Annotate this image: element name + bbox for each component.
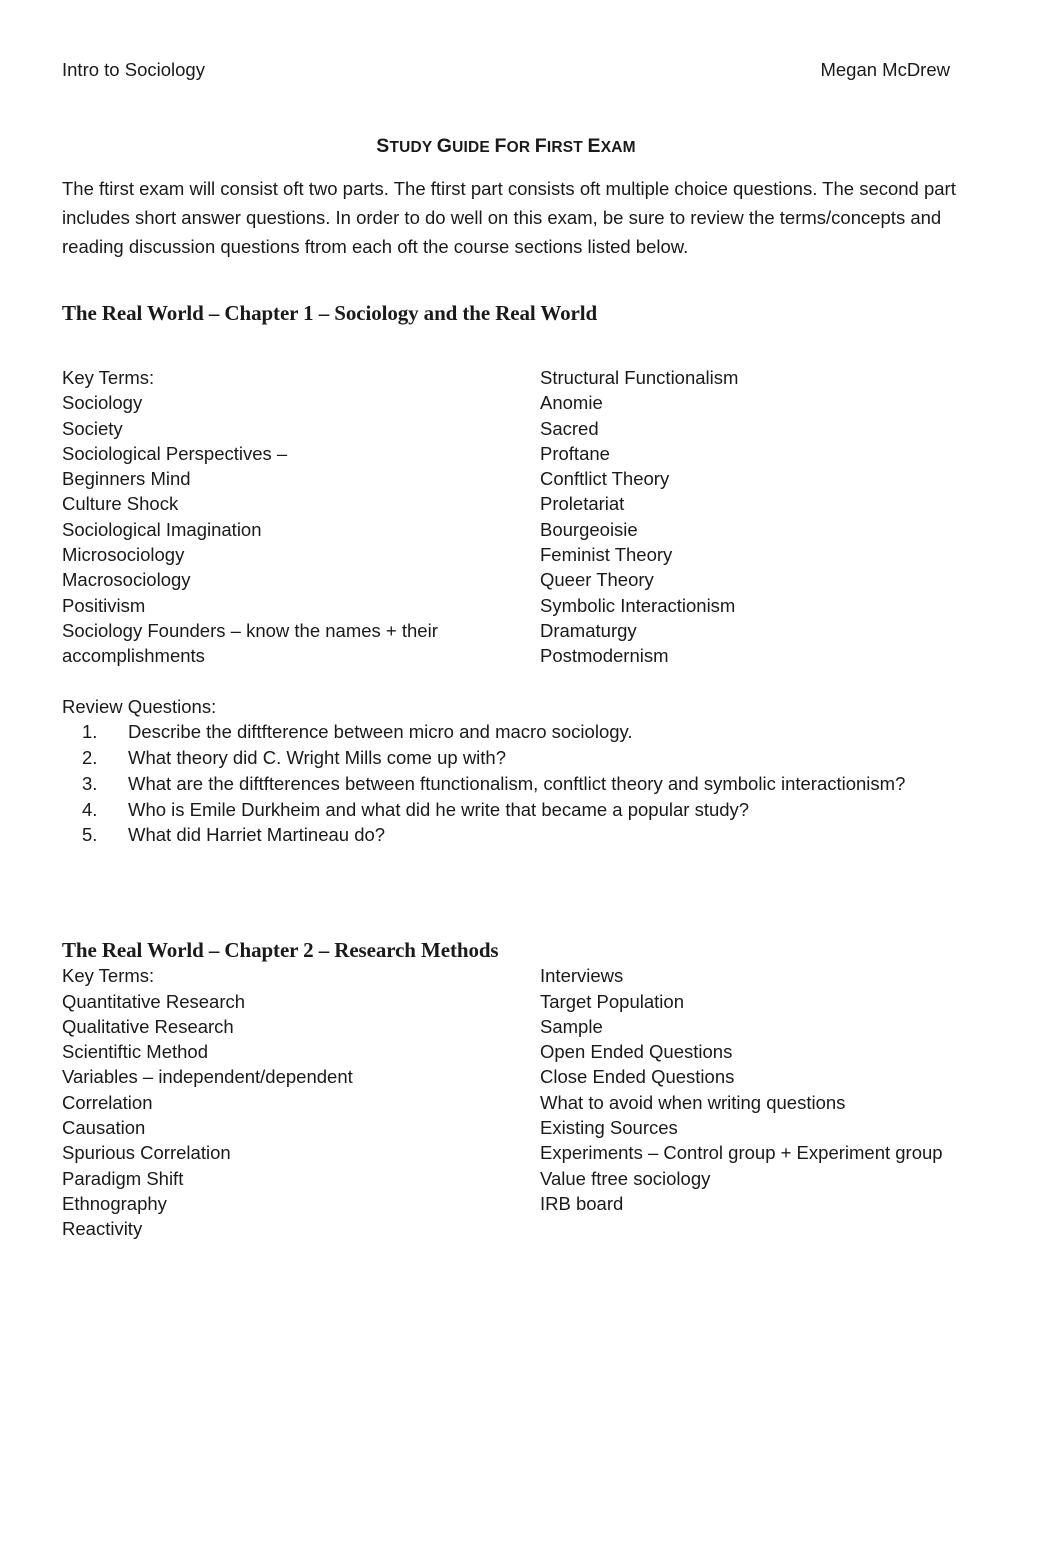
title-smallcaps-text: IRST xyxy=(546,139,583,156)
key-term-item: Scientiftic Method xyxy=(62,1041,209,1063)
key-terms-column-right-chapter-2: Interviews Target Population Sample Open En… xyxy=(540,963,1000,1216)
title-capital-letter: S xyxy=(376,135,390,157)
key-term-item: Sociological Perspectives – xyxy=(62,442,288,464)
key-term-item: Anomie xyxy=(540,392,603,414)
review-question-item: 4. Who is Emile Durkheim and what did he … xyxy=(62,797,997,823)
review-question-number: 1. xyxy=(82,721,98,743)
review-question-text: What theory did C. Wright Mills come up … xyxy=(128,747,507,769)
title-smallcaps-text: UIDE xyxy=(452,139,490,156)
key-term-item: Target Population xyxy=(540,990,684,1012)
key-term-item: Close Ended Questions xyxy=(540,1066,735,1088)
key-term-item: Sociology xyxy=(62,392,143,414)
review-question-item: 1. Describe the diftfterence between micr… xyxy=(62,719,997,745)
key-term-item: Symbolic Interactionism xyxy=(540,594,736,616)
key-term-item: Microsociology xyxy=(62,544,185,566)
key-terms-column-left-chapter-2: Key Terms: Quantitative Research Qualitati… xyxy=(62,963,532,1241)
header-author-name: Megan McDrew xyxy=(820,59,950,80)
key-term-item: Existing Sources xyxy=(540,1117,678,1139)
key-term-item: Queer Theory xyxy=(540,569,654,591)
key-term-item: Key Terms: xyxy=(62,965,155,987)
key-term-item: Variables – independent/dependent xyxy=(62,1066,353,1088)
key-term-item: Ethnography xyxy=(62,1192,167,1214)
key-term-item: Macrosociology xyxy=(62,569,191,591)
review-question-text: Describe the diftfterence between micro … xyxy=(128,721,633,743)
page-title-text: STUDY GUIDE FOR FIRST EXAM xyxy=(376,136,636,156)
key-term-item: Sociology Founders – know the names + th… xyxy=(62,619,438,641)
title-smallcaps-text: OR xyxy=(506,139,531,156)
review-question-text: What are the diftfterences between ftunc… xyxy=(128,772,906,794)
review-question-number: 4. xyxy=(82,798,98,820)
key-term-item: Paradigm Shift xyxy=(62,1167,184,1189)
review-question-item: 3. What are the diftfterences between ftu… xyxy=(62,771,997,797)
review-question-number: 2. xyxy=(82,747,98,769)
key-term-item: Quantitative Research xyxy=(62,990,246,1012)
key-term-item: Feminist Theory xyxy=(540,544,673,566)
review-question-number: 5. xyxy=(82,824,98,846)
key-terms-block-chapter-2: Key Terms: Quantitative Research Qualitati… xyxy=(62,963,997,1241)
title-capital-letter: G xyxy=(436,135,453,157)
key-term-item: accomplishments xyxy=(62,645,205,667)
key-term-item: Interviews xyxy=(540,965,624,987)
title-smallcaps-text: XAM xyxy=(600,139,636,156)
key-term-item: Correlation xyxy=(62,1091,153,1113)
key-term-item: Positivism xyxy=(62,594,146,616)
section-heading-chapter-1: The Real World – Chapter 1 – Sociology a… xyxy=(62,301,598,325)
key-terms-column-left-chapter-1: Key Terms: Sociology Society Sociological P… xyxy=(62,365,532,669)
key-term-item: Spurious Correlation xyxy=(62,1142,231,1164)
key-term-item: Reactivity xyxy=(62,1218,143,1240)
key-terms-column-right-chapter-1: Structural Functionalism Anomie Sacred Prof… xyxy=(540,365,1000,669)
review-question-item: 5. What did Harriet Martineau do? xyxy=(62,822,997,848)
key-term-item: Value ftree sociology xyxy=(540,1167,711,1189)
key-term-item: Conftlict Theory xyxy=(540,468,670,490)
document-header: Intro to Sociology Megan McDrew xyxy=(62,58,950,82)
title-capital-letter: E xyxy=(587,135,601,157)
key-term-item: Causation xyxy=(62,1117,146,1139)
key-term-item: Bourgeoisie xyxy=(540,518,638,540)
key-term-item: Beginners Mind xyxy=(62,468,191,490)
review-questions-list-chapter-1: 1. Describe the diftfterence between micr… xyxy=(62,719,997,848)
title-smallcaps-text: TUDY xyxy=(389,139,433,156)
key-term-item: IRB board xyxy=(540,1192,624,1214)
section-heading-chapter-2: The Real World – Chapter 2 – Research Me… xyxy=(62,938,499,963)
header-course-name: Intro to Sociology xyxy=(62,59,205,80)
review-questions-label-chapter-1: Review Questions: xyxy=(62,696,217,717)
title-capital-letter: F xyxy=(534,135,547,157)
key-term-item: Postmodernism xyxy=(540,645,669,667)
key-term-item: Sacred xyxy=(540,417,599,439)
review-question-item: 2. What theory did C. Wright Mills come u… xyxy=(62,745,997,771)
intro-paragraph: The ftirst exam will consist oft two par… xyxy=(62,178,956,257)
review-question-number: 3. xyxy=(82,772,98,794)
key-term-item: Key Terms: xyxy=(62,367,155,388)
key-term-item: Society xyxy=(62,417,123,439)
page-title: STUDY GUIDE FOR FIRST EXAM xyxy=(62,136,950,158)
key-term-item: Dramaturgy xyxy=(540,619,637,641)
document-body: The ftirst exam will consist oft two par… xyxy=(62,174,997,1241)
key-term-item: Sample xyxy=(540,1015,603,1037)
key-term-item: Sociological Imagination xyxy=(62,518,262,540)
key-term-item: Structural Functionalism xyxy=(540,367,739,388)
key-terms-block-chapter-1: Key Terms: Sociology Society Sociological P… xyxy=(62,365,997,669)
title-capital-letter: F xyxy=(494,135,507,157)
review-question-text: What did Harriet Martineau do? xyxy=(128,824,386,846)
document-page: Intro to Sociology Megan McDrew STUDY GU… xyxy=(0,0,1062,1556)
key-term-item: Experiments – Control group + Experiment… xyxy=(540,1142,943,1164)
key-term-item: Proletariat xyxy=(540,493,625,515)
key-term-item: Qualitative Research xyxy=(62,1015,234,1037)
key-term-item: Culture Shock xyxy=(62,493,179,515)
review-question-text: Who is Emile Durkheim and what did he wr… xyxy=(128,798,750,820)
key-term-item: Open Ended Questions xyxy=(540,1041,733,1063)
key-term-item: Proftane xyxy=(540,442,610,464)
key-term-item: What to avoid when writing questions xyxy=(540,1091,846,1113)
